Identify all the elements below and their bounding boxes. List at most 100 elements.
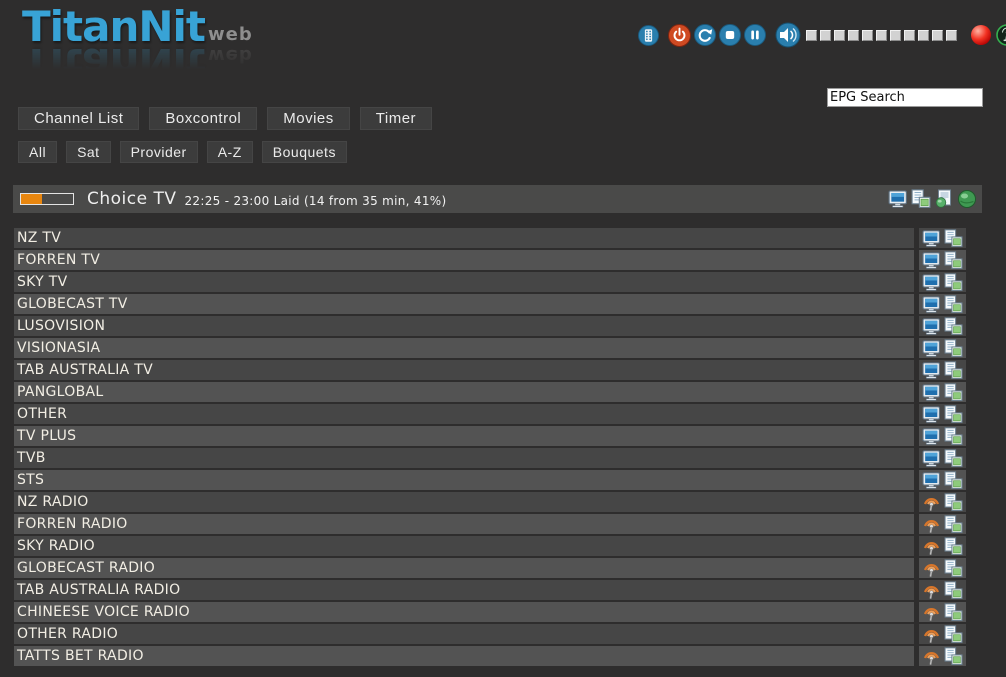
channel-name[interactable]: SKY RADIO	[14, 536, 914, 556]
volume-segment[interactable]	[820, 30, 831, 41]
volume-segment[interactable]	[904, 30, 915, 41]
now-playing-progress	[20, 193, 74, 205]
channel-name[interactable]: SKY TV	[14, 272, 914, 292]
power-icon[interactable]	[668, 24, 691, 47]
nav-timer-button[interactable]: Timer	[360, 107, 432, 130]
channel-name[interactable]: OTHER	[14, 404, 914, 424]
volume-icon[interactable]	[775, 22, 801, 48]
channel-name[interactable]: NZ TV	[14, 228, 914, 248]
zap-icon[interactable]	[911, 189, 931, 209]
channel-name[interactable]: TAB AUSTRALIA TV	[14, 360, 914, 380]
tv-icon[interactable]	[922, 406, 941, 423]
radio-icon[interactable]	[922, 493, 941, 512]
tv-icon[interactable]	[922, 384, 941, 401]
radio-icon[interactable]	[922, 603, 941, 622]
zap-icon[interactable]	[944, 603, 963, 622]
zap-icon[interactable]	[944, 493, 963, 512]
tv-icon[interactable]	[888, 190, 908, 208]
channel-name[interactable]: GLOBECAST TV	[14, 294, 914, 314]
epg-search-input[interactable]	[827, 88, 983, 107]
channel-name[interactable]: LUSOVISION	[14, 316, 914, 336]
tv-icon[interactable]	[922, 274, 941, 291]
channel-name[interactable]: PANGLOBAL	[14, 382, 914, 402]
channel-name[interactable]: TV PLUS	[14, 426, 914, 446]
volume-segment[interactable]	[862, 30, 873, 41]
channel-row-actions	[919, 448, 966, 468]
zap-icon[interactable]	[944, 625, 963, 644]
main-nav: Channel List Boxcontrol Movies Timer	[18, 107, 442, 130]
zap-icon[interactable]	[944, 339, 963, 358]
channel-name[interactable]: OTHER RADIO	[14, 624, 914, 644]
zap-icon[interactable]	[944, 273, 963, 292]
zap-icon[interactable]	[944, 295, 963, 314]
zap-icon[interactable]	[944, 515, 963, 534]
channel-name[interactable]: TVB	[14, 448, 914, 468]
tv-icon[interactable]	[922, 252, 941, 269]
zap-icon[interactable]	[944, 449, 963, 468]
signal-indicator-icon[interactable]	[996, 24, 1006, 46]
zap-icon[interactable]	[944, 317, 963, 336]
zap-icon[interactable]	[944, 559, 963, 578]
record-indicator-icon[interactable]	[971, 25, 991, 45]
channel-row: TV PLUS	[14, 426, 966, 446]
zap-icon[interactable]	[944, 581, 963, 600]
zap-icon[interactable]	[944, 537, 963, 556]
epg-page-icon[interactable]	[934, 189, 954, 209]
channel-name[interactable]: CHINEESE VOICE RADIO	[14, 602, 914, 622]
nav-movies-button[interactable]: Movies	[267, 107, 350, 130]
channel-name[interactable]: TATTS BET RADIO	[14, 646, 914, 666]
radio-icon[interactable]	[922, 581, 941, 600]
tv-icon[interactable]	[922, 340, 941, 357]
volume-segment[interactable]	[848, 30, 859, 41]
channel-name[interactable]: GLOBECAST RADIO	[14, 558, 914, 578]
radio-icon[interactable]	[922, 515, 941, 534]
channel-name[interactable]: FORREN RADIO	[14, 514, 914, 534]
filter-all-button[interactable]: All	[18, 141, 57, 163]
zap-icon[interactable]	[944, 405, 963, 424]
volume-segment[interactable]	[918, 30, 929, 41]
channel-row-actions	[919, 294, 966, 314]
channel-name[interactable]: FORREN TV	[14, 250, 914, 270]
radio-icon[interactable]	[922, 647, 941, 666]
volume-segment[interactable]	[834, 30, 845, 41]
zap-icon[interactable]	[944, 361, 963, 380]
volume-segment[interactable]	[946, 30, 957, 41]
channel-row: CHINEESE VOICE RADIO	[14, 602, 966, 622]
tv-icon[interactable]	[922, 362, 941, 379]
nav-boxcontrol-button[interactable]: Boxcontrol	[149, 107, 257, 130]
volume-segment[interactable]	[876, 30, 887, 41]
filter-sat-button[interactable]: Sat	[66, 141, 111, 163]
filter-az-button[interactable]: A-Z	[207, 141, 253, 163]
channel-name[interactable]: VISIONASIA	[14, 338, 914, 358]
zap-icon[interactable]	[944, 251, 963, 270]
filter-bouquets-button[interactable]: Bouquets	[262, 141, 347, 163]
volume-segment[interactable]	[890, 30, 901, 41]
pause-icon[interactable]	[744, 24, 766, 46]
tv-icon[interactable]	[922, 230, 941, 247]
stream-globe-icon[interactable]	[957, 189, 977, 209]
tv-icon[interactable]	[922, 296, 941, 313]
zap-icon[interactable]	[944, 383, 963, 402]
volume-segment[interactable]	[806, 30, 817, 41]
filter-provider-button[interactable]: Provider	[120, 141, 198, 163]
tv-icon[interactable]	[922, 428, 941, 445]
channel-row-actions	[919, 272, 966, 292]
restart-icon[interactable]	[694, 24, 716, 46]
stop-icon[interactable]	[719, 24, 741, 46]
radio-icon[interactable]	[922, 559, 941, 578]
channel-name[interactable]: NZ RADIO	[14, 492, 914, 512]
nav-channel-list-button[interactable]: Channel List	[18, 107, 139, 130]
zap-icon[interactable]	[944, 229, 963, 248]
zap-icon[interactable]	[944, 471, 963, 490]
remote-icon[interactable]	[638, 25, 659, 46]
tv-icon[interactable]	[922, 450, 941, 467]
volume-segment[interactable]	[932, 30, 943, 41]
radio-icon[interactable]	[922, 625, 941, 644]
tv-icon[interactable]	[922, 472, 941, 489]
channel-name[interactable]: STS	[14, 470, 914, 490]
channel-name[interactable]: TAB AUSTRALIA RADIO	[14, 580, 914, 600]
zap-icon[interactable]	[944, 427, 963, 446]
tv-icon[interactable]	[922, 318, 941, 335]
radio-icon[interactable]	[922, 537, 941, 556]
zap-icon[interactable]	[944, 647, 963, 666]
